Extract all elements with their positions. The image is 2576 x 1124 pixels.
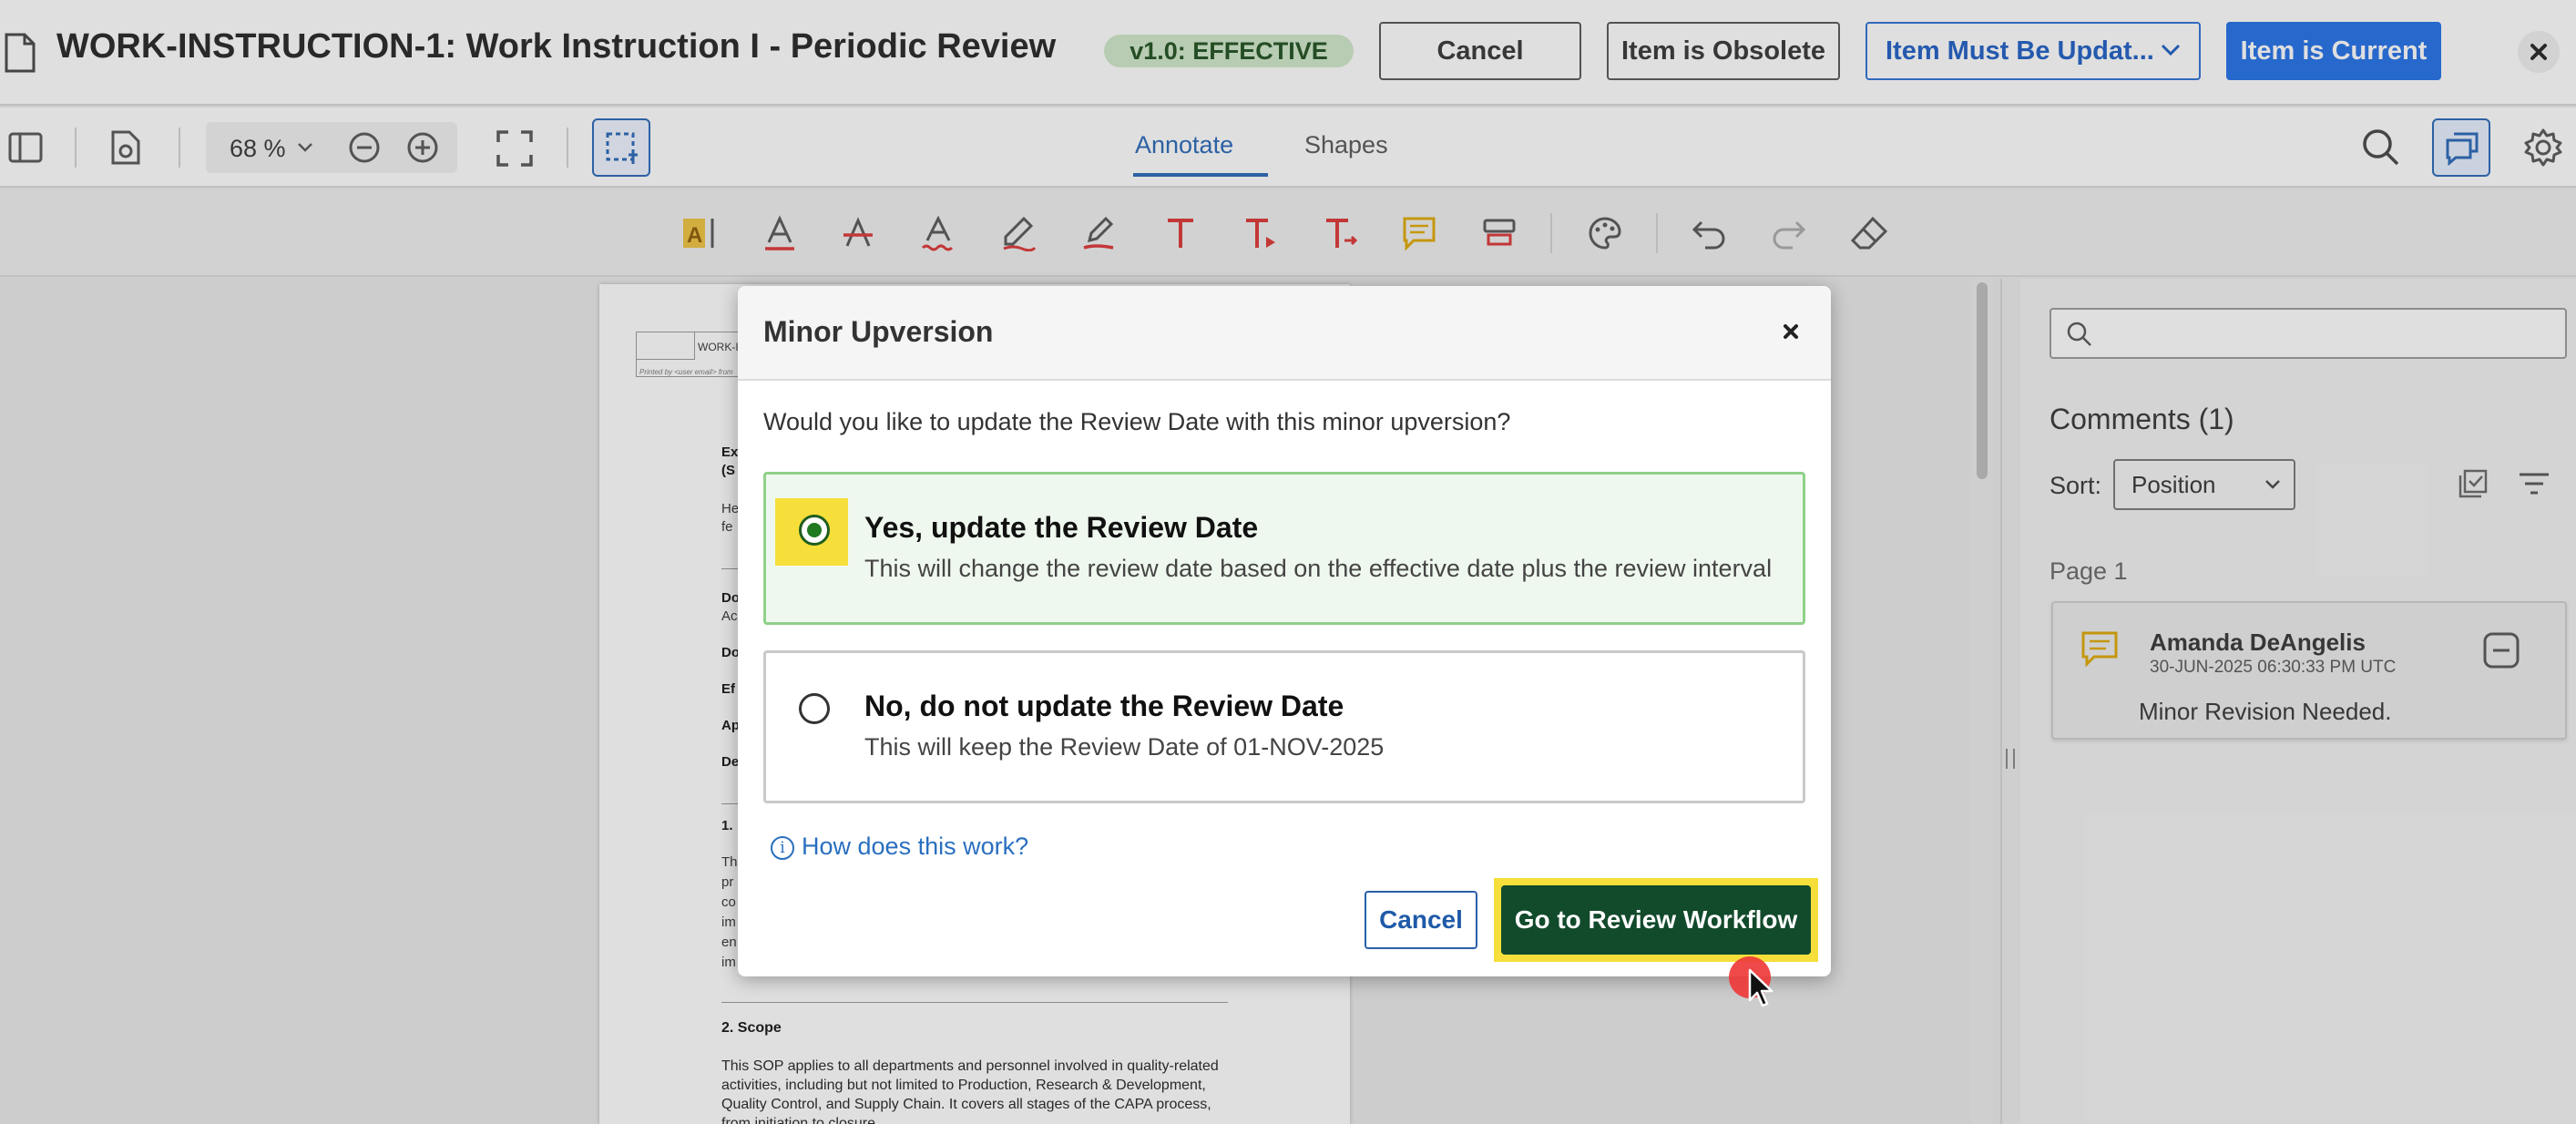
- dialog-cancel-button[interactable]: Cancel: [1365, 891, 1477, 949]
- dialog-header: Minor Upversion: [738, 286, 1831, 381]
- help-link-label: How does this work?: [802, 833, 1029, 860]
- option-update-review-date[interactable]: Yes, update the Review Date This will ch…: [763, 472, 1805, 625]
- close-icon[interactable]: [1773, 313, 1809, 350]
- radio-button[interactable]: [799, 693, 830, 724]
- help-link[interactable]: i How does this work?: [771, 833, 1028, 861]
- mouse-cursor-icon: [1748, 968, 1774, 1007]
- option-description: This will change the review date based o…: [864, 555, 1773, 582]
- dialog-question: Would you like to update the Review Date…: [763, 408, 1511, 435]
- option-title: Yes, update the Review Date: [864, 511, 1259, 544]
- go-to-review-workflow-button[interactable]: Go to Review Workflow: [1501, 885, 1811, 955]
- info-icon: i: [771, 836, 794, 860]
- minor-upversion-dialog: Minor Upversion Would you like to update…: [738, 286, 1831, 976]
- option-keep-review-date[interactable]: No, do not update the Review Date This w…: [763, 650, 1805, 803]
- radio-button-selected[interactable]: [799, 515, 830, 546]
- dialog-title: Minor Upversion: [763, 315, 994, 348]
- option-title: No, do not update the Review Date: [864, 690, 1344, 722]
- option-description: This will keep the Review Date of 01-NOV…: [864, 733, 1385, 761]
